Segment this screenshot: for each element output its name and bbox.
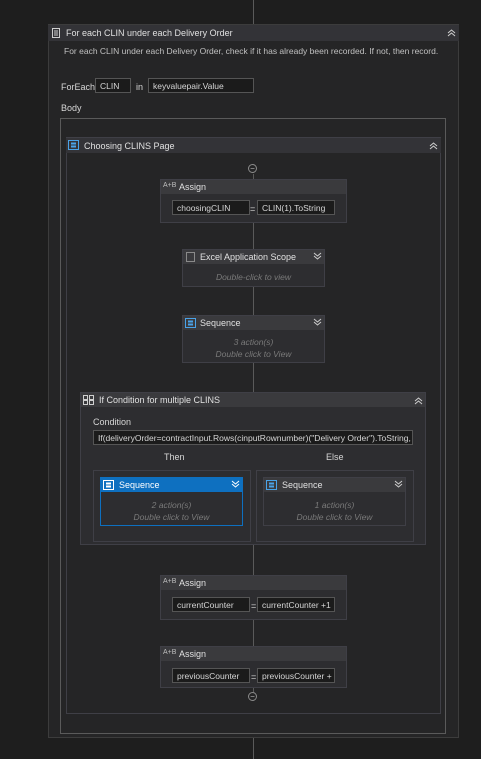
bottom-connector <box>253 738 254 759</box>
else-label: Else <box>326 452 344 462</box>
excel-icon <box>186 252 195 264</box>
assign-title: Assign <box>179 182 207 192</box>
sequence-icon <box>68 140 79 152</box>
top-connector <box>253 0 254 24</box>
equals-label: = <box>251 672 257 682</box>
assign-title: Assign <box>179 649 207 659</box>
assign-to-input[interactable]: previousCounter <box>172 668 250 683</box>
sequence-icon <box>185 318 196 330</box>
expand-chevron-icon[interactable] <box>313 252 322 263</box>
assign-title: Assign <box>179 578 207 588</box>
else-sequence-hint: Double click to View <box>296 512 373 522</box>
assign-to-input[interactable]: currentCounter <box>172 597 250 612</box>
if-condition-title: If Condition for multiple CLINS <box>99 395 221 405</box>
collapse-chevron-icon[interactable] <box>414 396 423 407</box>
assign-icon: A+B <box>163 649 177 656</box>
else-sequence-count: 1 action(s) <box>314 500 355 510</box>
foreach-values-input[interactable]: keyvaluepair.Value <box>148 78 254 93</box>
in-label: in <box>136 82 144 92</box>
foreach-item-input[interactable]: CLIN <box>95 78 131 93</box>
if-icon <box>83 395 94 407</box>
expand-chevron-icon[interactable] <box>313 318 322 329</box>
then-sequence-title: Sequence <box>119 480 160 490</box>
sequence-icon <box>103 480 114 492</box>
foreach-icon <box>52 28 60 40</box>
sequence-count: 3 action(s) <box>233 337 274 347</box>
collapse-chevron-icon[interactable] <box>429 141 438 152</box>
assign-value-input[interactable]: currentCounter +1 <box>257 597 335 612</box>
expand-chevron-icon[interactable] <box>394 480 403 491</box>
sequence-hint: Double click to View <box>215 349 292 359</box>
excel-scope-title: Excel Application Scope <box>200 252 297 262</box>
then-sequence-count: 2 action(s) <box>151 500 192 510</box>
condition-label: Condition <box>93 417 132 427</box>
sequence-title: Sequence <box>200 318 241 328</box>
assign-icon: A+B <box>163 182 177 189</box>
then-label: Then <box>164 452 185 462</box>
foreach-label: ForEach <box>61 82 96 92</box>
equals-label: = <box>250 204 256 214</box>
expand-chevron-icon[interactable] <box>231 480 240 491</box>
choosing-clins-title: Choosing CLINS Page <box>84 141 175 151</box>
then-sequence-hint: Double click to View <box>133 512 210 522</box>
assign-value-input[interactable]: CLIN(1).ToString <box>257 200 335 215</box>
sequence-icon <box>266 480 277 492</box>
condition-input[interactable]: If(deliveryOrder=contractInput.Rows(cinp… <box>93 430 413 445</box>
collapse-chevron-icon[interactable] <box>447 28 456 39</box>
foreach-title: For each CLIN under each Delivery Order <box>66 28 233 38</box>
add-activity-icon[interactable]: − <box>248 164 257 173</box>
assign-value-input[interactable]: previousCounter + <box>257 668 335 683</box>
equals-label: = <box>251 601 257 611</box>
foreach-description: For each CLIN under each Delivery Order,… <box>64 46 439 56</box>
else-sequence-title: Sequence <box>282 480 323 490</box>
excel-scope-hint: Double-click to view <box>215 272 292 282</box>
assign-to-input[interactable]: choosingCLIN <box>172 200 250 215</box>
assign-icon: A+B <box>163 578 177 585</box>
body-label: Body <box>61 103 82 113</box>
add-activity-icon[interactable]: − <box>248 692 257 701</box>
